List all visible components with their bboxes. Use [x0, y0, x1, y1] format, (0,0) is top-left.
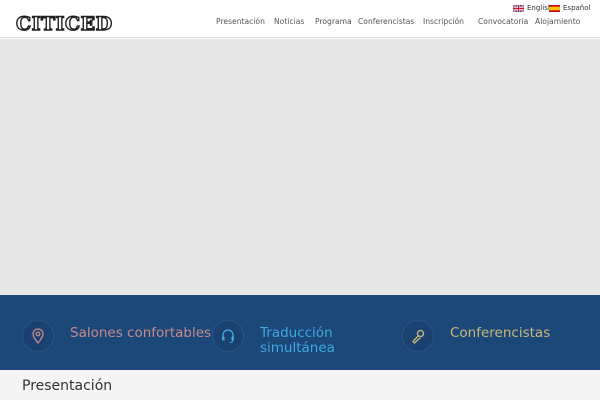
- feature-label: Salones confortables: [70, 325, 212, 341]
- language-spanish-label: Español: [563, 4, 591, 12]
- headset-icon: [212, 320, 244, 352]
- nav-item-programa[interactable]: Programa: [315, 17, 352, 26]
- microphone-icon: [402, 320, 434, 352]
- map-pin-icon: [22, 320, 54, 352]
- nav-item-noticias[interactable]: Noticias: [274, 17, 304, 26]
- feature-label: Traducción simultánea: [260, 325, 335, 356]
- nav-item-inscripcion[interactable]: Inscripción: [423, 17, 464, 26]
- main-nav: Presentación Noticias Programa Conferenc…: [0, 17, 600, 29]
- section-title: Presentación: [22, 378, 113, 394]
- spain-flag-icon: [549, 4, 560, 12]
- site-header: CITICED English Español Presentación Not…: [0, 0, 600, 38]
- nav-item-conferencistas[interactable]: Conferencistas: [358, 17, 414, 26]
- feature-label: Conferencistas: [450, 325, 551, 341]
- language-spanish-link[interactable]: Español: [549, 3, 590, 13]
- nav-item-alojamiento[interactable]: Alojamiento: [535, 17, 580, 26]
- nav-item-presentacion[interactable]: Presentación: [216, 17, 265, 26]
- uk-flag-icon: [513, 4, 524, 12]
- presentation-section: Presentación: [0, 370, 600, 400]
- hero-banner: [0, 39, 600, 295]
- language-english-link[interactable]: English: [513, 3, 552, 13]
- nav-item-convocatoria[interactable]: Convocatoria: [478, 17, 528, 26]
